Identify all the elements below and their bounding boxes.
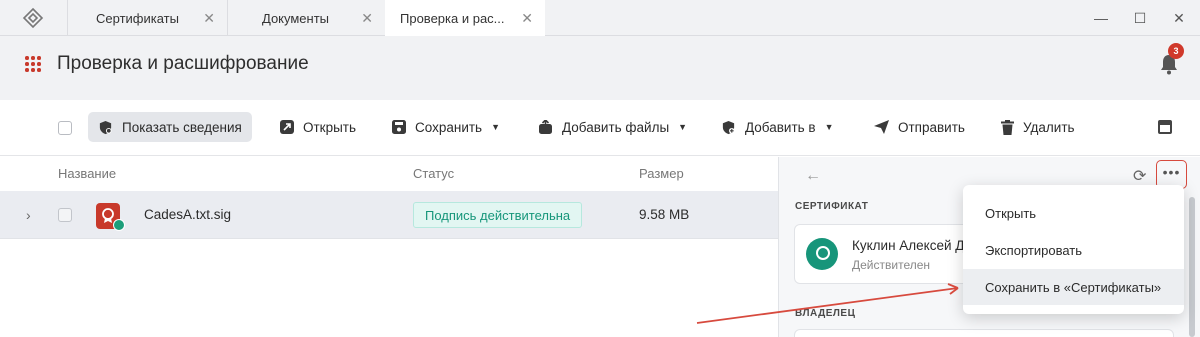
trash-icon xyxy=(1001,119,1014,135)
add-to-button[interactable]: Добавить в ▼ xyxy=(711,112,844,142)
shield-add-icon xyxy=(722,120,735,134)
tab-label: Проверка и рас... xyxy=(400,11,505,26)
app-menu-grid-icon[interactable] xyxy=(25,56,41,72)
menu-item-open[interactable]: Открыть xyxy=(963,195,1184,231)
page-header: Проверка и расшифрование 3 xyxy=(0,36,1200,100)
file-size: 9.58 MB xyxy=(639,207,690,222)
floppy-disk-icon xyxy=(392,120,406,134)
minimize-icon[interactable]: — xyxy=(1092,9,1110,27)
send-button[interactable]: Отправить xyxy=(864,112,975,142)
status-badge: Подпись действительна xyxy=(413,202,583,228)
delete-label: Удалить xyxy=(1023,119,1075,135)
add-to-label: Добавить в xyxy=(745,119,816,135)
table-row[interactable]: › CadesA.txt.sig Подпись действительна 9… xyxy=(0,191,778,239)
open-label: Открыть xyxy=(303,119,357,135)
more-options-menu: Открыть Экспортировать Сохранить в «Серт… xyxy=(963,185,1184,314)
notification-badge: 3 xyxy=(1168,43,1184,59)
add-files-label: Добавить файлы xyxy=(562,119,670,135)
show-info-label: Показать сведения xyxy=(122,119,242,135)
maximize-icon[interactable]: ☐ xyxy=(1131,9,1149,27)
close-icon[interactable]: ✕ xyxy=(203,10,215,26)
toggle-panel-icon[interactable] xyxy=(1158,120,1172,134)
owner-section-label: ВЛАДЕЛЕЦ xyxy=(795,308,856,319)
delete-button[interactable]: Удалить xyxy=(991,112,1085,142)
certificate-section-label: СЕРТИФИКАТ xyxy=(795,201,869,212)
page-title: Проверка и расшифрование xyxy=(57,53,309,74)
title-bar: Сертификаты ✕ Документы ✕ Проверка и рас… xyxy=(0,0,1200,37)
tab-certificates[interactable]: Сертификаты ✕ xyxy=(67,0,227,36)
row-checkbox[interactable] xyxy=(58,208,72,222)
column-status[interactable]: Статус xyxy=(413,166,454,181)
owner-card xyxy=(794,329,1174,337)
menu-item-label: Экспортировать xyxy=(985,242,1082,258)
table-header: Название Статус Размер xyxy=(0,157,778,191)
send-icon xyxy=(874,120,889,134)
select-all-checkbox[interactable] xyxy=(58,121,72,135)
open-button[interactable]: Открыть xyxy=(270,112,366,142)
column-size[interactable]: Размер xyxy=(639,166,684,181)
app-logo-icon xyxy=(22,7,44,29)
chevron-right-icon[interactable]: › xyxy=(26,207,31,223)
chevron-down-icon: ▼ xyxy=(678,122,688,132)
send-label: Отправить xyxy=(898,119,965,135)
add-files-button[interactable]: Добавить файлы ▼ xyxy=(528,112,697,142)
add-file-icon xyxy=(539,120,552,134)
status-text: Подпись действительна xyxy=(425,207,571,223)
close-window-icon[interactable]: ✕ xyxy=(1170,9,1188,27)
chevron-down-icon: ▼ xyxy=(824,122,834,132)
tab-documents[interactable]: Документы ✕ xyxy=(227,0,385,36)
show-info-button[interactable]: Показать сведения xyxy=(88,112,252,142)
tab-verify-decrypt[interactable]: Проверка и рас... ✕ xyxy=(385,0,545,37)
close-icon[interactable]: ✕ xyxy=(521,10,533,26)
check-badge-icon xyxy=(113,219,125,231)
panel-scrollbar[interactable] xyxy=(1189,197,1195,337)
column-name[interactable]: Название xyxy=(58,166,116,181)
file-name: CadesA.txt.sig xyxy=(144,207,232,222)
tab-label: Сертификаты xyxy=(96,10,179,26)
save-button[interactable]: Сохранить ▼ xyxy=(382,112,510,142)
tab-label: Документы xyxy=(262,10,330,26)
menu-item-export[interactable]: Экспортировать xyxy=(963,232,1184,268)
toolbar: Показать сведения Открыть Сохранить ▼ До… xyxy=(0,100,1200,156)
certificate-status: Действителен xyxy=(852,258,931,272)
menu-item-label: Открыть xyxy=(985,205,1037,221)
menu-item-label: Сохранить в «Сертификаты» xyxy=(985,279,1162,295)
certificate-seal-icon xyxy=(806,238,838,270)
certificate-owner-name: Куклин Алексей Д xyxy=(852,238,965,253)
refresh-icon[interactable]: ⟳ xyxy=(1133,166,1146,186)
shield-info-icon xyxy=(99,120,112,134)
open-external-icon xyxy=(280,120,294,134)
save-label: Сохранить xyxy=(415,119,483,135)
menu-item-save-to-certificates[interactable]: Сохранить в «Сертификаты» xyxy=(963,269,1184,305)
chevron-down-icon: ▼ xyxy=(491,122,501,132)
close-icon[interactable]: ✕ xyxy=(361,10,373,26)
back-arrow-icon[interactable]: ← xyxy=(805,167,821,185)
